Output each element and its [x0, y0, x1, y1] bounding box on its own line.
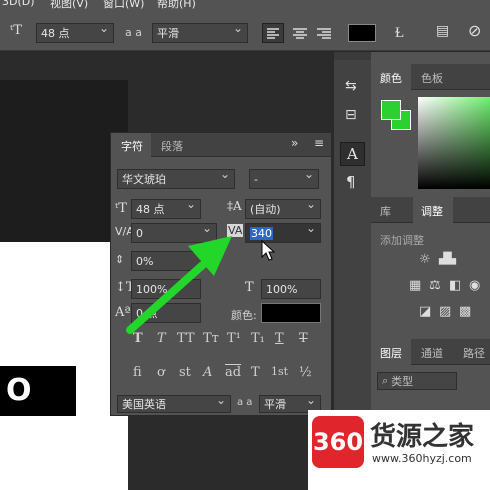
align-right-icon[interactable]: [314, 24, 334, 42]
layer-filter-search-icon: ⌕: [382, 374, 389, 387]
subscript-button[interactable]: T₁: [251, 331, 265, 346]
baseline-shift-icon: Aª: [115, 305, 131, 320]
canvas-text-layer[interactable]: O U: [0, 366, 76, 458]
align-center-icon[interactable]: [290, 24, 310, 42]
gradient-map-icon[interactable]: ▨: [439, 304, 451, 319]
warp-text-icon[interactable]: Ɫ: [395, 23, 404, 42]
fractions-button[interactable]: ½: [299, 365, 312, 380]
tab-layers-label: 图层: [380, 347, 402, 360]
mouse-cursor: [261, 240, 275, 261]
properties-icon[interactable]: ⊟: [345, 107, 357, 123]
antialias-select[interactable]: 平滑: [152, 21, 248, 43]
discretionary-ligatures-button[interactable]: ơ: [157, 365, 165, 380]
tab-paragraph-label[interactable]: 段落: [161, 138, 183, 154]
tab-character-label: 字符: [121, 140, 143, 153]
leading-icon: ‡A: [227, 199, 242, 213]
faux-bold-button[interactable]: T: [133, 331, 143, 346]
tracking-icon: VA: [227, 224, 244, 237]
text-color-swatch[interactable]: [348, 24, 376, 42]
font-size-field[interactable]: 48 点: [131, 197, 201, 219]
layers-panel-tabs: 图层 通道 路径: [371, 339, 490, 365]
foreground-color-swatch[interactable]: [381, 100, 401, 120]
tab-adjustments-label: 调整: [421, 205, 443, 218]
horizontal-scale-field[interactable]: 100%: [261, 279, 321, 299]
font-family-select[interactable]: 华文琥珀: [117, 167, 235, 189]
adjust-panel-tabs: 库 调整: [371, 197, 490, 223]
ligatures-button[interactable]: fi: [133, 365, 142, 380]
menu-item-view[interactable]: 视图(V): [50, 0, 88, 9]
character-icon: A: [347, 145, 358, 163]
stylistic-alternates-button[interactable]: ad: [225, 365, 241, 380]
ordinals-button[interactable]: 1st: [271, 365, 288, 378]
font-style-select[interactable]: -: [249, 167, 319, 189]
character-panel: 字符 段落 » ≡ 华文琥珀 - ᵗT 48 点 ‡A (自动) V/A 0 V…: [110, 132, 332, 416]
contextual-alternates-button[interactable]: st: [179, 365, 191, 380]
watermark-title: 货源之家: [370, 422, 475, 452]
all-caps-button[interactable]: TT: [177, 331, 195, 346]
cancel-icon[interactable]: ⊘: [468, 21, 481, 40]
options-bar: ᵗT 48 点 a a 平滑 Ɫ ▤ ⊘: [0, 9, 490, 51]
horizontal-scale-icon: T: [245, 280, 254, 295]
tsume-icon: ⇕: [115, 253, 125, 266]
antialias-icon: a a: [125, 26, 142, 39]
color-picker-field[interactable]: [418, 97, 490, 189]
font-size-icon: ᵗT: [10, 23, 22, 38]
collapse-icon[interactable]: »: [291, 136, 298, 150]
small-caps-button[interactable]: Tт: [203, 331, 219, 346]
tab-swatches-label[interactable]: 色板: [421, 70, 443, 86]
watermark: 360 货源之家 www.360hyzj.com: [308, 410, 490, 490]
language-select[interactable]: 美国英语: [117, 393, 231, 413]
color-label: 颜色:: [231, 309, 257, 322]
tab-color-label: 颜色: [380, 72, 402, 85]
menu-item-help[interactable]: 帮助(H): [157, 0, 196, 9]
invert-icon[interactable]: ◪: [419, 304, 431, 319]
menu-bar: 3D(D) 视图(V) 窗口(W) 帮助(H): [0, 0, 490, 9]
leading-field[interactable]: (自动): [245, 197, 321, 219]
superscript-button[interactable]: T¹: [227, 331, 241, 346]
add-adjustment-label: 添加调整: [380, 234, 424, 247]
menu-item-3d[interactable]: 3D(D): [2, 0, 35, 8]
baseline-shift-field[interactable]: 0 点: [131, 303, 201, 323]
tab-channels-label[interactable]: 通道: [421, 345, 443, 361]
character-panel-header: 字符 段落 » ≡: [111, 133, 331, 157]
character-color-swatch[interactable]: [261, 303, 321, 323]
brightness-icon[interactable]: ☼: [419, 252, 431, 267]
faux-italic-button[interactable]: T: [157, 331, 166, 346]
watermark-logo: 360: [312, 416, 364, 468]
strip-header: [334, 52, 371, 60]
color-panel-tabs: 颜色 色板: [371, 64, 490, 90]
panel-menu-icon[interactable]: ≡: [314, 136, 324, 150]
history-icon[interactable]: ⇆: [345, 78, 357, 94]
character-panel-button[interactable]: A: [340, 142, 365, 166]
menu-item-window[interactable]: 窗口(W): [103, 0, 144, 9]
paragraph-icon[interactable]: ¶: [346, 173, 356, 191]
selective-color-icon[interactable]: ▩: [459, 304, 471, 319]
vertical-scale-field[interactable]: 100%: [131, 279, 201, 299]
underline-button[interactable]: T: [275, 331, 284, 346]
antialias-icon-panel: a a: [237, 397, 253, 408]
tab-libraries-label[interactable]: 库: [380, 203, 391, 219]
layer-filter-select[interactable]: ⌕ 类型: [377, 372, 457, 390]
titling-alternates-button[interactable]: T: [251, 365, 260, 380]
balance-icon[interactable]: ⚖: [429, 278, 441, 293]
photo-filter-icon[interactable]: ◉: [469, 278, 480, 293]
toggle-panels-icon[interactable]: ▤: [436, 23, 449, 39]
swash-button[interactable]: A: [203, 365, 212, 380]
black-white-icon[interactable]: ◧: [449, 278, 461, 293]
watermark-url: www.360hyzj.com: [372, 452, 472, 465]
strikethrough-button[interactable]: T: [299, 331, 308, 346]
font-size-select[interactable]: 48 点: [36, 21, 114, 43]
levels-icon[interactable]: ▟▙: [439, 252, 456, 265]
align-left-icon: [267, 28, 279, 39]
tracking-field[interactable]: 340: [245, 221, 321, 243]
font-size-icon-panel: ᵗT: [115, 201, 127, 216]
channel-mixer-icon[interactable]: ▦: [409, 278, 421, 293]
kerning-field[interactable]: 0: [131, 221, 217, 243]
align-left-button[interactable]: [262, 23, 284, 43]
tab-paths-label[interactable]: 路径: [463, 345, 485, 361]
tsume-field[interactable]: 0%: [131, 251, 201, 271]
